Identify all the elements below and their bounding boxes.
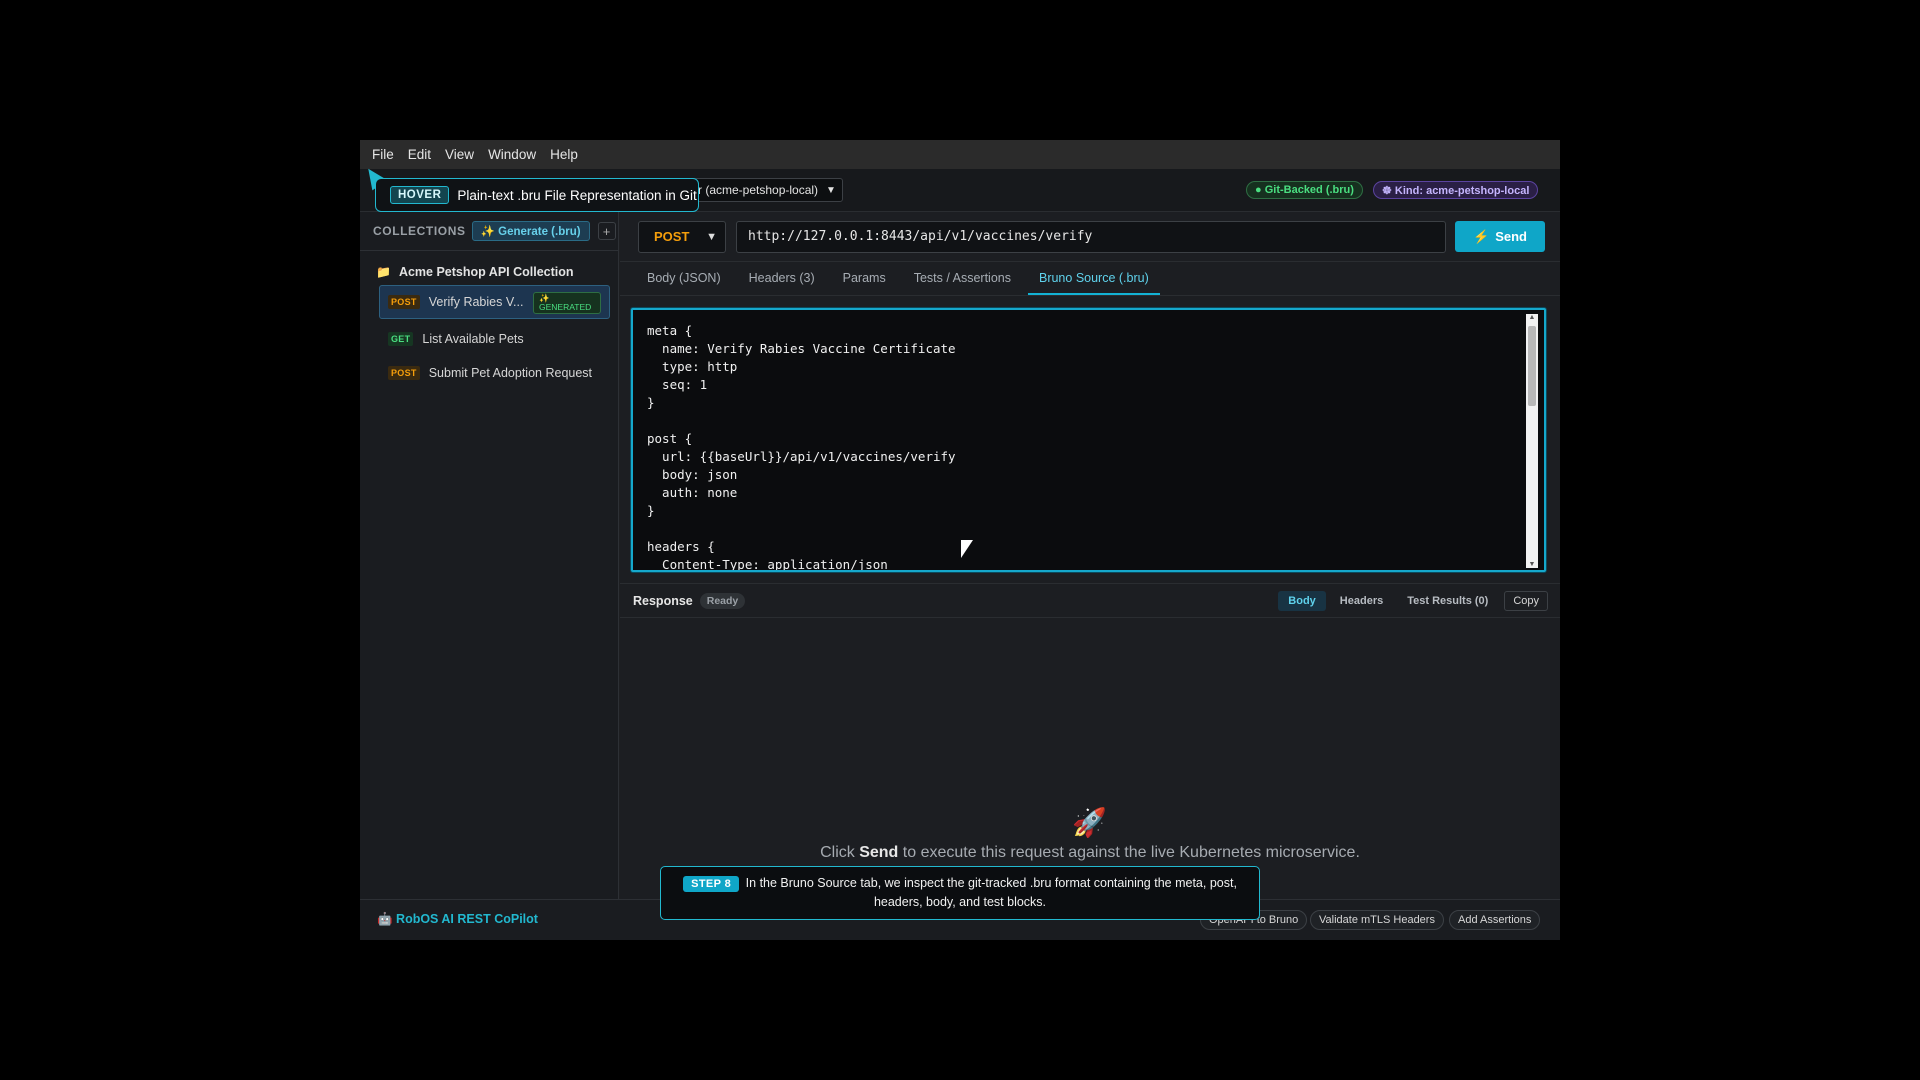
editor-scrollbar[interactable]: ▲ ▼ <box>1526 314 1538 568</box>
add-collection-button[interactable]: + <box>597 222 616 240</box>
url-input[interactable]: http://127.0.0.1:8443/api/v1/vaccines/ve… <box>736 220 1446 253</box>
status-badge: Ready <box>699 592 746 609</box>
git-backed-badge: ● Git-Backed (.bru) <box>1246 181 1363 199</box>
empty-send-word: Send <box>859 844 899 861</box>
add-assertions-button[interactable]: Add Assertions <box>1449 910 1541 930</box>
empty-state-message: Click Send to execute this request again… <box>620 844 1560 862</box>
request-label: List Available Pets <box>422 332 524 346</box>
response-tabs: Body Headers Test Results (0) Copy <box>1274 591 1548 611</box>
sidebar-header: COLLECTIONS ✨ Generate (.bru) + <box>360 212 618 251</box>
menu-view[interactable]: View <box>439 147 480 162</box>
step-callout: STEP 8 In the Bruno Source tab, we inspe… <box>660 866 1260 920</box>
request-item-list-pets[interactable]: GET List Available Pets <box>380 325 618 353</box>
tab-response-body[interactable]: Body <box>1278 591 1326 611</box>
tab-body-json[interactable]: Body (JSON) <box>636 271 732 295</box>
sidebar: COLLECTIONS ✨ Generate (.bru) + 📁 Acme P… <box>360 212 619 899</box>
response-title: Response <box>633 593 693 608</box>
menu-window[interactable]: Window <box>482 147 542 162</box>
environment-select[interactable]: r (acme-petshop-local) ▼ <box>685 178 843 202</box>
mouse-cursor-icon <box>961 540 973 558</box>
hover-text: Plain-text .bru File Representation in G… <box>457 187 697 203</box>
tab-response-headers[interactable]: Headers <box>1330 591 1393 611</box>
menu-help[interactable]: Help <box>544 147 584 162</box>
collection-title-label: Acme Petshop API Collection <box>398 265 574 279</box>
request-item-verify-rabies[interactable]: POST Verify Rabies V... ✨ GENERATED <box>379 285 610 319</box>
hover-tag: HOVER <box>390 186 450 204</box>
empty-suffix: to execute this request against the live… <box>898 844 1360 861</box>
tab-bruno-source[interactable]: Bruno Source (.bru) <box>1027 271 1160 295</box>
method-badge: GET <box>388 332 414 346</box>
validate-mtls-button[interactable]: Validate mTLS Headers <box>1310 910 1444 930</box>
request-tabs: Body (JSON) Headers (3) Params Tests / A… <box>620 262 1560 296</box>
send-label: Send <box>1495 229 1527 244</box>
environment-select-value: r (acme-petshop-local) <box>698 183 819 197</box>
menubar: File Edit View Window Help <box>360 140 1560 169</box>
main-panel: POST ▼ http://127.0.0.1:8443/api/v1/vacc… <box>620 212 1560 899</box>
scroll-down-icon[interactable]: ▼ <box>1526 561 1538 568</box>
url-bar: POST ▼ http://127.0.0.1:8443/api/v1/vacc… <box>620 212 1560 262</box>
method-select[interactable]: POST ▼ <box>638 220 726 253</box>
step-tag: STEP 8 <box>683 876 740 892</box>
kind-cluster-badge: ☸ Kind: acme-petshop-local <box>1373 181 1539 199</box>
copilot-brand[interactable]: 🤖 RobOS AI REST CoPilot <box>377 912 538 927</box>
send-button[interactable]: ⚡ Send <box>1455 221 1545 252</box>
generate-bru-button[interactable]: ✨ Generate (.bru) <box>471 221 590 241</box>
method-select-value: POST <box>654 229 690 244</box>
bru-source-code: meta { name: Verify Rabies Vaccine Certi… <box>647 323 956 572</box>
request-label: Verify Rabies V... <box>428 295 524 309</box>
rocket-icon: 🚀 <box>1072 807 1107 838</box>
tab-test-results[interactable]: Test Results (0) <box>1397 591 1498 611</box>
app-window: File Edit View Window Help r (acme-petsh… <box>360 140 1560 940</box>
chevron-down-icon: ▼ <box>826 184 836 196</box>
collection-title[interactable]: 📁 Acme Petshop API Collection <box>376 265 618 279</box>
bru-source-editor[interactable]: meta { name: Verify Rabies Vaccine Certi… <box>631 308 1546 572</box>
lightning-icon: ⚡ <box>1473 228 1490 244</box>
folder-icon: 📁 <box>376 265 391 279</box>
response-header: Response Ready Body Headers Test Results… <box>620 583 1560 618</box>
menu-edit[interactable]: Edit <box>402 147 437 162</box>
request-label: Submit Pet Adoption Request <box>428 366 593 380</box>
collections-label: COLLECTIONS <box>373 224 466 238</box>
hover-tooltip: HOVER Plain-text .bru File Representatio… <box>375 178 699 212</box>
copy-button[interactable]: Copy <box>1504 591 1548 611</box>
empty-prefix: Click <box>820 844 860 861</box>
generated-badge: ✨ GENERATED <box>533 292 601 314</box>
request-item-submit-adoption[interactable]: POST Submit Pet Adoption Request <box>380 359 618 387</box>
method-badge: POST <box>388 366 420 380</box>
step-text: In the Bruno Source tab, we inspect the … <box>745 876 1237 909</box>
tab-params[interactable]: Params <box>832 271 897 295</box>
tab-tests[interactable]: Tests / Assertions <box>903 271 1022 295</box>
scroll-up-icon[interactable]: ▲ <box>1526 314 1538 321</box>
method-badge: POST <box>388 295 420 309</box>
scroll-thumb[interactable] <box>1528 326 1536 406</box>
tab-headers[interactable]: Headers (3) <box>738 271 826 295</box>
chevron-down-icon: ▼ <box>706 230 717 243</box>
menu-file[interactable]: File <box>366 147 400 162</box>
